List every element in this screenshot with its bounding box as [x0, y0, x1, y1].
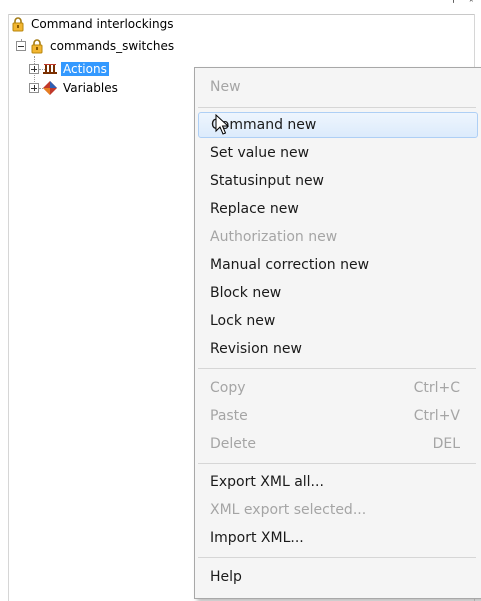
panel-left-border: [8, 14, 9, 601]
lock-icon: [12, 17, 24, 32]
menu-item-shortcut: Ctrl+V: [413, 408, 460, 424]
menu-item-delete[interactable]: Delete DEL: [198, 431, 476, 457]
menu-item-label: Paste: [210, 408, 248, 424]
variables-icon: [43, 81, 57, 95]
context-menu: New Command new Set value new Statusinpu…: [194, 67, 481, 599]
menu-item-label: Import XML...: [210, 530, 304, 546]
expand-icon[interactable]: [29, 64, 39, 74]
menu-item-xml-export-selected[interactable]: XML export selected...: [198, 497, 476, 523]
tree-node-actions[interactable]: Actions: [29, 61, 109, 77]
menu-item-label: Copy: [210, 380, 246, 396]
menu-header-new: New: [198, 74, 476, 100]
menu-item-label: Authorization new: [210, 229, 338, 245]
menu-item-command-new[interactable]: Command new: [198, 112, 478, 138]
tree-node-variables[interactable]: Variables: [29, 80, 120, 96]
menu-item-manual-correction-new[interactable]: Manual correction new: [198, 252, 476, 278]
menu-item-label: Statusinput new: [210, 173, 325, 189]
menu-item-shortcut: Ctrl+C: [413, 380, 460, 396]
menu-separator: [198, 107, 476, 108]
tree-node-actions-label: Actions: [61, 62, 109, 76]
menu-separator: [198, 557, 476, 558]
window-corner-marks: ' ˆ: [452, 0, 480, 11]
menu-item-revision-new[interactable]: Revision new: [198, 336, 476, 362]
menu-item-label: Revision new: [210, 341, 302, 357]
menu-item-lock-new[interactable]: Lock new: [198, 308, 476, 334]
menu-separator: [198, 463, 476, 464]
tree-node-variables-label: Variables: [63, 81, 118, 95]
menu-item-help[interactable]: Help: [198, 564, 476, 590]
menu-item-copy[interactable]: Copy Ctrl+C: [198, 375, 476, 401]
menu-item-paste[interactable]: Paste Ctrl+V: [198, 403, 476, 429]
menu-header-label: New: [210, 79, 241, 95]
menu-item-label: Lock new: [210, 313, 276, 329]
tree-node-root-label: Command interlockings: [31, 17, 174, 31]
menu-item-label: Export XML all...: [210, 474, 324, 490]
mouse-cursor-icon: [215, 114, 229, 135]
actions-icon: [43, 64, 57, 74]
collapse-icon[interactable]: [16, 41, 26, 51]
tree-node-commands-switches[interactable]: commands_switches: [16, 38, 176, 54]
menu-item-import-xml[interactable]: Import XML...: [198, 525, 476, 551]
expand-icon[interactable]: [29, 83, 39, 93]
panel-top-border: [8, 14, 475, 15]
menu-item-label: Manual correction new: [210, 257, 370, 273]
tree-node-commands-switches-label: commands_switches: [50, 39, 175, 53]
menu-item-statusinput-new[interactable]: Statusinput new: [198, 168, 476, 194]
tree-node-root[interactable]: Command interlockings: [10, 16, 175, 32]
menu-item-shortcut: DEL: [432, 436, 460, 452]
menu-item-block-new[interactable]: Block new: [198, 280, 476, 306]
menu-item-authorization-new[interactable]: Authorization new: [198, 224, 476, 250]
menu-item-replace-new[interactable]: Replace new: [198, 196, 476, 222]
menu-separator: [198, 368, 476, 369]
menu-item-set-value-new[interactable]: Set value new: [198, 140, 476, 166]
lock-icon: [31, 39, 43, 54]
menu-item-label: Replace new: [210, 201, 299, 217]
menu-item-export-xml-all[interactable]: Export XML all...: [198, 469, 476, 495]
menu-item-label: Set value new: [210, 145, 310, 161]
menu-item-label: Block new: [210, 285, 282, 301]
menu-item-label: XML export selected...: [210, 502, 367, 518]
menu-item-label: Help: [210, 569, 242, 585]
menu-item-label: Delete: [210, 436, 256, 452]
